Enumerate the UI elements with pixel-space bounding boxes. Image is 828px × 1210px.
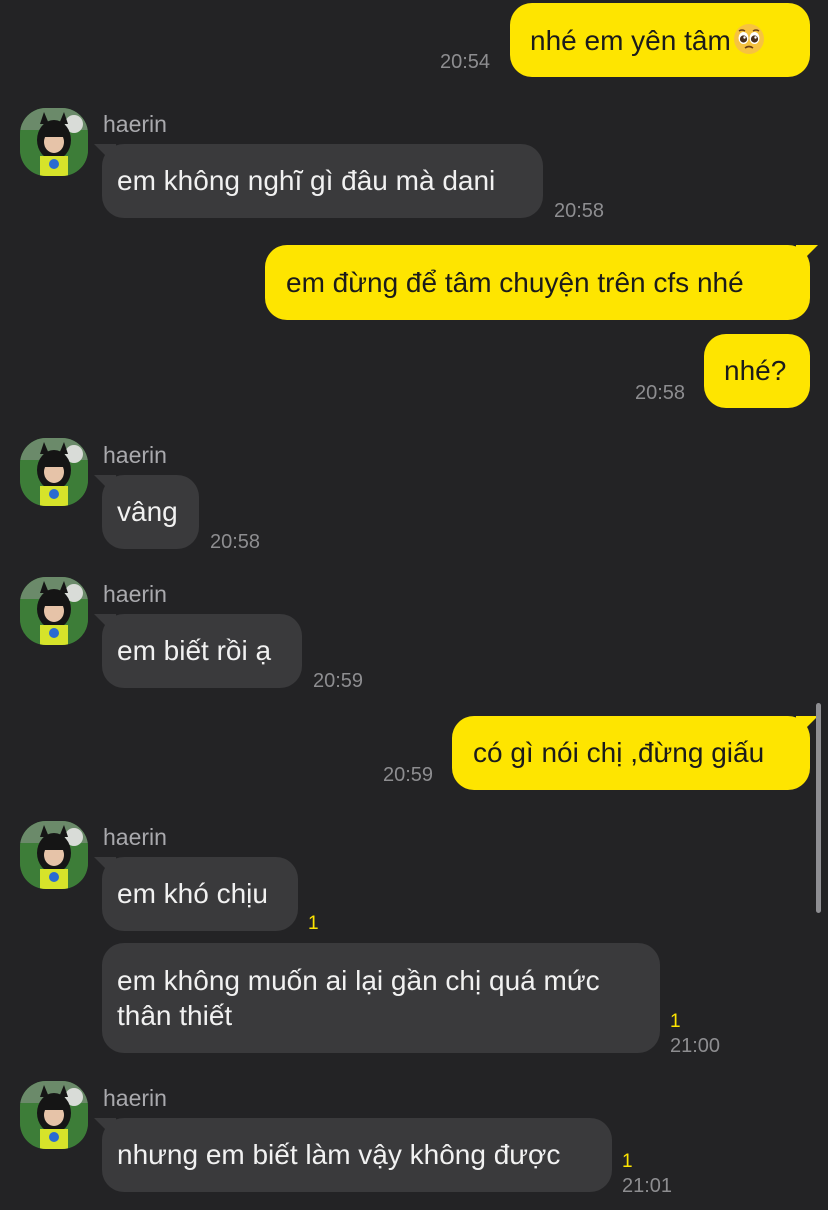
incoming-message-bubble[interactable]: em không muốn ai lại gần chị quá mức thâ…	[102, 943, 660, 1053]
pleading-face-icon	[733, 24, 764, 54]
sender-name: haerin	[103, 581, 167, 607]
sender-name: haerin	[103, 1085, 167, 1111]
sender-name: haerin	[103, 111, 167, 137]
message-time: 20:54	[440, 51, 491, 73]
sender-name: haerin	[103, 442, 167, 468]
outgoing-message-bubble[interactable]: nhé?	[704, 334, 810, 408]
message-text: nhưng em biết làm vậy không được	[117, 1139, 561, 1170]
incoming-message-bubble[interactable]: nhưng em biết làm vậy không được	[102, 1118, 612, 1192]
message-time: 20:58	[635, 382, 686, 404]
avatar[interactable]	[20, 1081, 88, 1149]
message-text: em đừng để tâm chuyện trên cfs nhé	[286, 267, 744, 298]
incoming-message-bubble[interactable]: em biết rồi ạ	[102, 614, 302, 688]
message-time: 20:58	[554, 200, 605, 222]
message-text: nhé em yên tâm	[530, 25, 731, 56]
unread-count: 1	[308, 913, 319, 934]
unread-count: 1	[622, 1151, 633, 1172]
message-time: 21:00	[670, 1035, 721, 1057]
message-time: 20:58	[210, 531, 261, 553]
message-time: 20:59	[313, 670, 364, 692]
sender-name: haerin	[103, 824, 167, 850]
message-text: có gì nói chị ,đừng giấu	[473, 737, 765, 768]
message-time: 20:59	[383, 764, 434, 786]
message-text: nhé?	[724, 355, 787, 386]
incoming-message-bubble[interactable]: vâng	[102, 475, 199, 549]
outgoing-message-bubble[interactable]: có gì nói chị ,đừng giấu	[452, 716, 810, 790]
avatar[interactable]	[20, 821, 88, 889]
message-text: em biết rồi ạ	[117, 635, 272, 666]
message-time: 21:01	[622, 1175, 673, 1197]
outgoing-message-bubble[interactable]: nhé em yên tâm	[510, 3, 810, 77]
avatar[interactable]	[20, 108, 88, 176]
unread-count: 1	[670, 1011, 681, 1032]
avatar[interactable]	[20, 577, 88, 645]
message-text: em không muốn ai lại gần chị quá mức thâ…	[117, 965, 600, 1031]
outgoing-message-bubble[interactable]: em đừng để tâm chuyện trên cfs nhé	[265, 245, 810, 320]
message-text: em khó chịu	[117, 878, 268, 909]
scrollbar[interactable]	[816, 703, 821, 913]
message-text: em không nghĩ gì đâu mà dani	[117, 165, 496, 196]
avatar[interactable]	[20, 438, 88, 506]
incoming-message-bubble[interactable]: em không nghĩ gì đâu mà dani	[102, 144, 543, 218]
incoming-message-bubble[interactable]: em khó chịu	[102, 857, 298, 931]
message-text: vâng	[117, 496, 178, 527]
